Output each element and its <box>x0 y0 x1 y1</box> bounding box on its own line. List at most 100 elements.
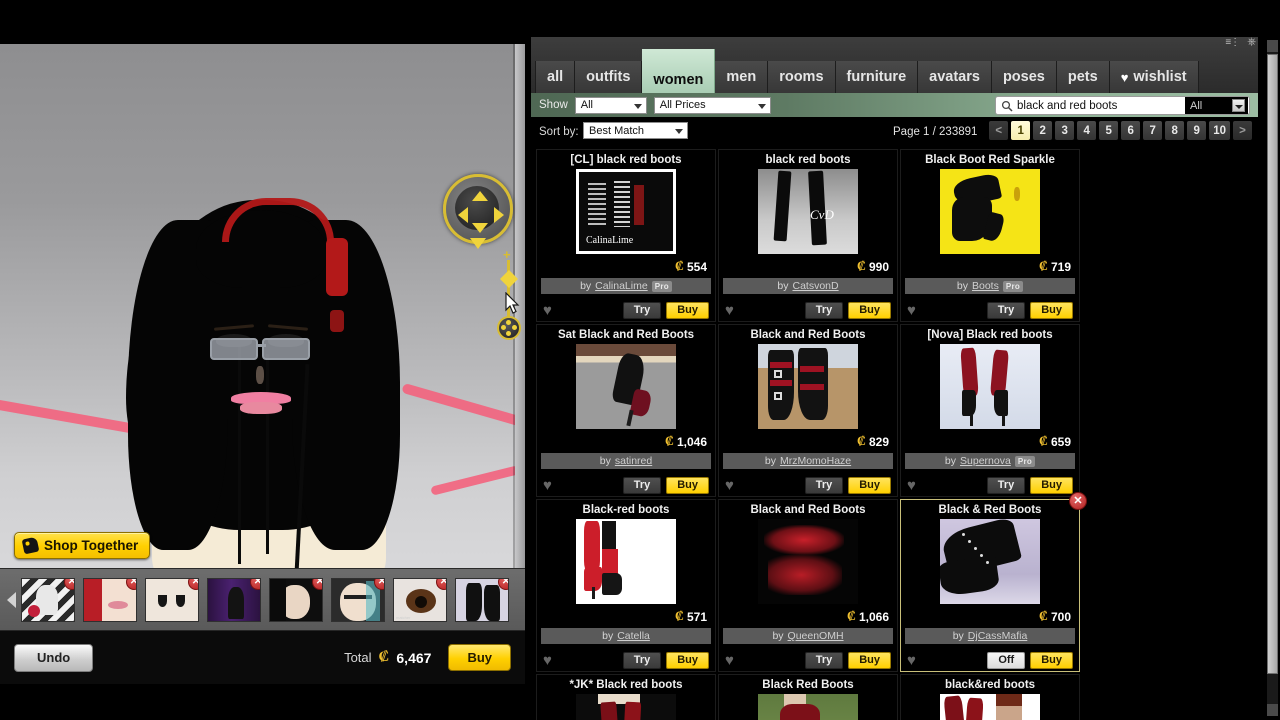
buy-button[interactable]: Buy <box>848 651 891 669</box>
tab-rooms[interactable]: rooms <box>768 61 836 93</box>
page-prev-button[interactable]: < <box>989 121 1009 140</box>
wishlist-heart-icon[interactable]: ♥ <box>543 302 552 319</box>
remove-product-button[interactable]: ✕ <box>1069 492 1087 510</box>
camera-right-arrow-icon[interactable] <box>494 207 504 223</box>
try-button[interactable]: Try <box>622 476 662 494</box>
product-card[interactable]: Black Boot Red Sparkle ₡ 719 by Boots Pr… <box>900 149 1080 322</box>
list-item[interactable]: ✕ <box>207 577 261 622</box>
product-card[interactable]: Black and Red Boots ₡ 829 by MrzMomoHaze… <box>718 324 898 497</box>
page-button-7[interactable]: 7 <box>1143 121 1163 140</box>
product-image[interactable]: JK <box>576 694 676 720</box>
buy-button[interactable]: Buy <box>1030 301 1073 319</box>
buy-button[interactable]: Buy <box>666 301 709 319</box>
search-scope-select[interactable]: All <box>1185 97 1248 114</box>
tab-men[interactable]: men <box>715 61 769 93</box>
author-link[interactable]: DjCassMafia <box>968 630 1028 642</box>
remove-thumbnail-button[interactable]: ✕ <box>64 578 74 590</box>
list-item[interactable]: ✕ <box>331 577 385 622</box>
buy-button[interactable]: Buy <box>666 476 709 494</box>
buy-all-button[interactable]: Buy <box>448 644 511 671</box>
product-image[interactable] <box>758 519 858 604</box>
buy-button[interactable]: Buy <box>666 651 709 669</box>
undo-button[interactable]: Undo <box>14 643 94 672</box>
list-item[interactable]: ✕ <box>21 577 75 622</box>
camera-tilt-down-icon[interactable] <box>470 238 486 249</box>
try-button[interactable]: Try <box>804 301 844 319</box>
page-button-5[interactable]: 5 <box>1099 121 1119 140</box>
product-card[interactable]: Sat Black and Red Boots ₡ 1,046 by satin… <box>536 324 716 497</box>
buy-button[interactable]: Buy <box>848 301 891 319</box>
author-link[interactable]: Supernova <box>960 455 1011 467</box>
wishlist-heart-icon[interactable]: ♥ <box>907 302 916 319</box>
wishlist-heart-icon[interactable]: ♥ <box>725 302 734 319</box>
product-image[interactable]: CvD <box>758 169 858 254</box>
show-filter-select[interactable]: All <box>574 96 647 114</box>
buy-button[interactable]: Buy <box>1030 476 1073 494</box>
tab-all[interactable]: all <box>535 61 576 93</box>
tab-poses[interactable]: poses <box>991 61 1057 93</box>
try-button[interactable]: Try <box>804 476 844 494</box>
avatar-preview-panel[interactable]: + <box>0 44 525 568</box>
product-image[interactable] <box>758 694 858 720</box>
author-link[interactable]: CatsvonD <box>792 280 838 292</box>
product-card[interactable]: black&red boots ₡ 626 <box>900 674 1080 720</box>
page-button-4[interactable]: 4 <box>1077 121 1097 140</box>
product-image[interactable]: CalinaLime <box>576 169 676 254</box>
product-card[interactable]: *JK* Black red boots JK ₡ 686 by Jokerio… <box>536 674 716 720</box>
wishlist-heart-icon[interactable]: ♥ <box>543 652 552 669</box>
list-item[interactable]: ✕ <box>83 577 137 622</box>
tab-outfits[interactable]: outfits <box>575 61 643 93</box>
author-link[interactable]: MrzMomoHaze <box>780 455 851 467</box>
author-link[interactable]: Catella <box>617 630 650 642</box>
catalog-scrollbar[interactable] <box>1267 40 1278 716</box>
wishlist-heart-icon[interactable]: ♥ <box>543 477 552 494</box>
page-button-1[interactable]: 1 <box>1011 121 1031 140</box>
try-button[interactable]: Try <box>622 301 662 319</box>
price-filter-select[interactable]: All Prices <box>653 96 771 114</box>
author-link[interactable]: CalinaLime <box>595 280 648 292</box>
buy-button[interactable]: Buy <box>848 476 891 494</box>
zoom-slider-handle[interactable] <box>500 270 518 288</box>
outfit-thumbnail-strip[interactable]: ✕ ✕ ✕ ✕ ✕ <box>0 568 525 630</box>
product-card[interactable]: [CL] black red boots CalinaLime ₡ 554 by… <box>536 149 716 322</box>
page-button-2[interactable]: 2 <box>1033 121 1053 140</box>
sort-select[interactable]: Best Match <box>583 122 688 139</box>
remove-thumbnail-button[interactable]: ✕ <box>126 578 136 590</box>
wishlist-heart-icon[interactable]: ♥ <box>725 477 734 494</box>
product-card-selected[interactable]: ✕ Black & Red Boots ₡ 700 by DjCassMafia <box>900 492 1087 672</box>
page-button-10[interactable]: 10 <box>1209 121 1230 140</box>
product-card[interactable]: Black and Red Boots ₡ 1,066 by QueenOMH … <box>718 499 898 672</box>
list-item[interactable]: matcher ✕ <box>393 577 447 622</box>
author-link[interactable]: satinred <box>615 455 652 467</box>
product-image[interactable] <box>940 169 1040 254</box>
scrollbar-thumb[interactable] <box>1267 54 1278 674</box>
product-image[interactable] <box>940 519 1040 604</box>
tab-avatars[interactable]: avatars <box>918 61 992 93</box>
wishlist-heart-icon[interactable]: ♥ <box>907 477 916 494</box>
buy-button[interactable]: Buy <box>1030 651 1073 669</box>
camera-dpad[interactable] <box>443 174 513 244</box>
remove-thumbnail-button[interactable]: ✕ <box>374 578 384 590</box>
zoom-slider-track[interactable] <box>507 260 510 324</box>
tab-pets[interactable]: pets <box>1056 61 1110 93</box>
remove-thumbnail-button[interactable]: ✕ <box>188 578 198 590</box>
search-input[interactable] <box>1017 99 1185 112</box>
remove-thumbnail-button[interactable]: ✕ <box>250 578 260 590</box>
try-button[interactable]: Try <box>986 301 1026 319</box>
product-card[interactable]: black red boots CvD ₡ 990 by CatsvonD ♥ <box>718 149 898 322</box>
product-image[interactable] <box>576 519 676 604</box>
list-item[interactable]: ✕ <box>269 577 323 622</box>
camera-up-arrow-icon[interactable] <box>472 191 488 201</box>
product-image[interactable] <box>940 344 1040 429</box>
page-next-button[interactable]: > <box>1233 121 1252 140</box>
page-button-6[interactable]: 6 <box>1121 121 1141 140</box>
zoom-in-label[interactable]: + <box>503 248 511 261</box>
scroll-up-button[interactable] <box>1267 40 1278 52</box>
remove-thumbnail-button[interactable]: ✕ <box>498 578 508 590</box>
wishlist-heart-icon[interactable]: ♥ <box>725 652 734 669</box>
product-card[interactable]: Black-red boots ₡ 571 by Catella ♥ Try B… <box>536 499 716 672</box>
list-item[interactable]: ✕ <box>455 577 509 622</box>
list-item[interactable]: ✕ <box>145 577 199 622</box>
camera-down-arrow-icon[interactable] <box>472 223 488 233</box>
product-image[interactable] <box>576 344 676 429</box>
